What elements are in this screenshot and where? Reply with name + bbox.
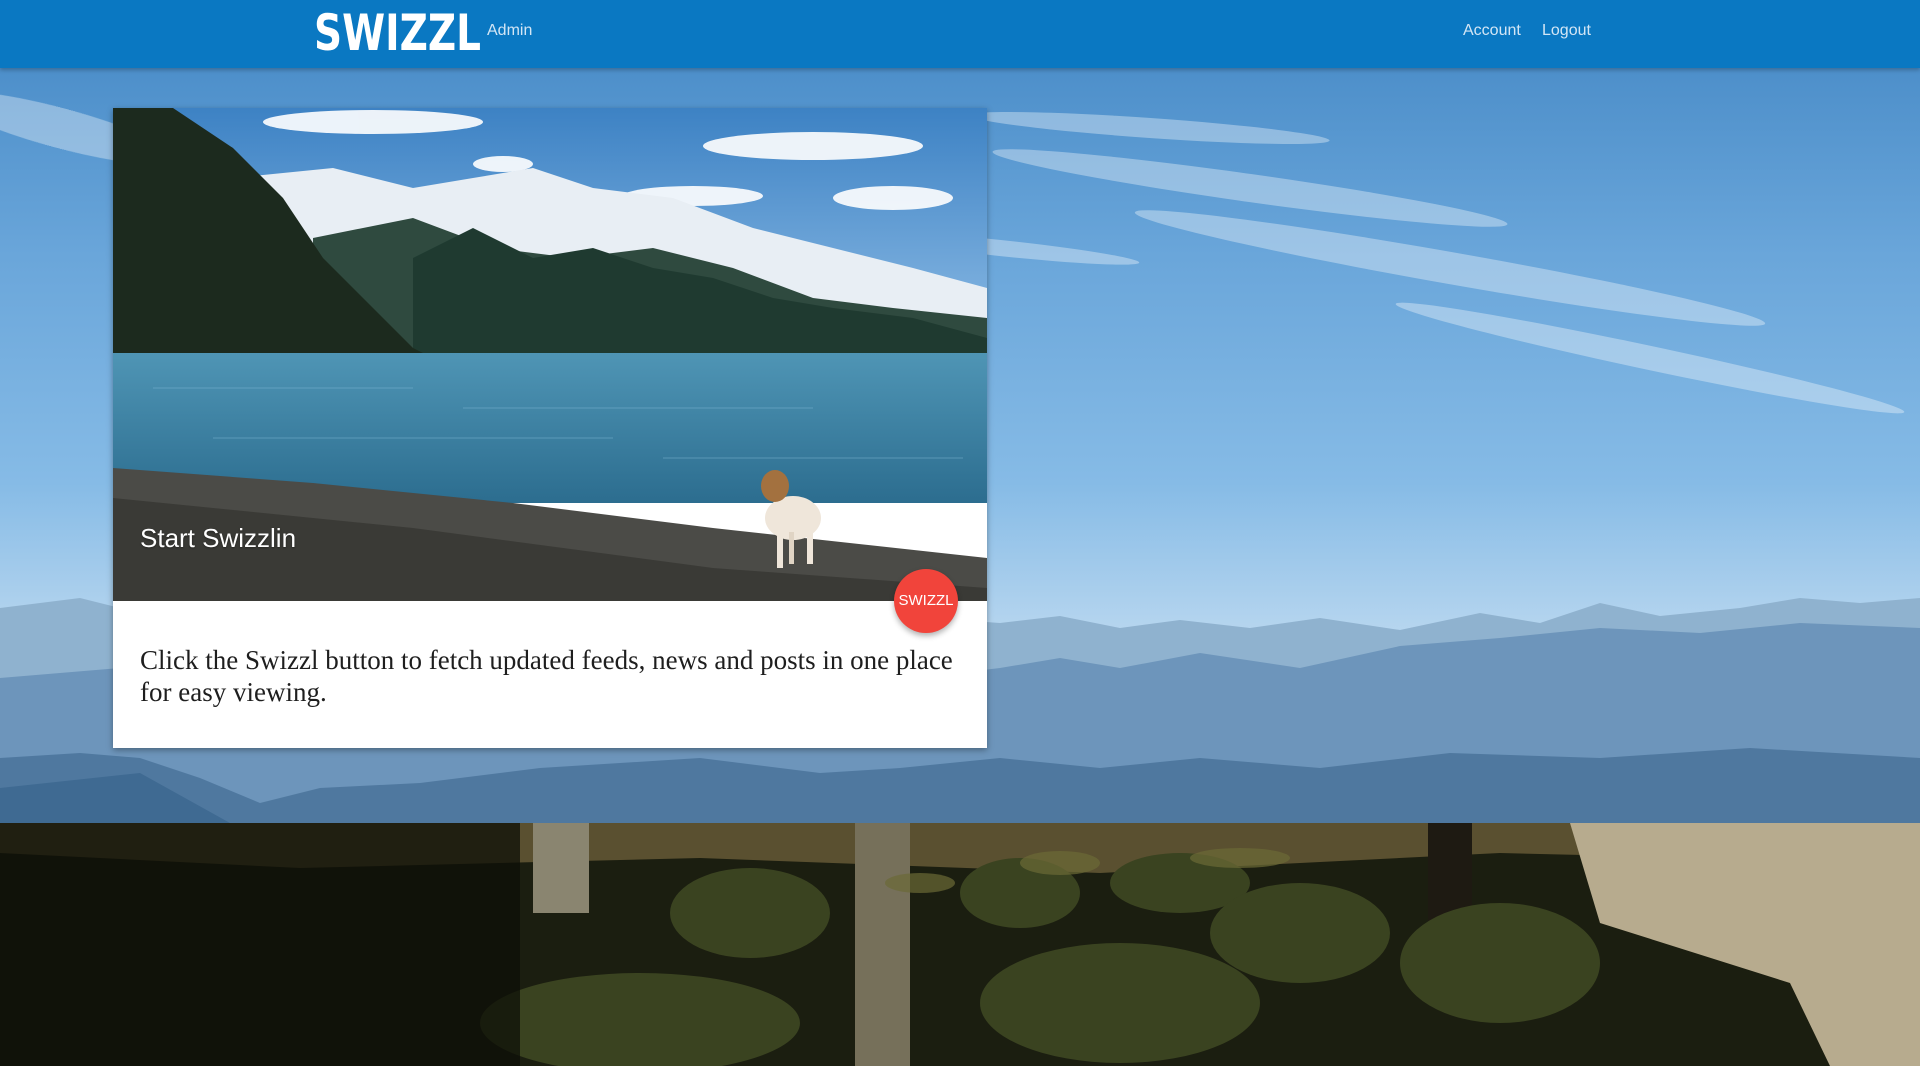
swizzl-card: Start Swizzlin SWIZZL Click the Swizzl b… xyxy=(113,108,987,748)
nav-logout-link[interactable]: Logout xyxy=(1542,22,1591,40)
nav-admin-link[interactable]: Admin xyxy=(487,22,532,40)
forest-illustration xyxy=(0,823,1920,1066)
swizzl-fab-button[interactable]: SWIZZL xyxy=(894,569,958,633)
nav-account-link[interactable]: Account xyxy=(1463,22,1521,40)
top-navbar: SWIZZL Admin Account Logout xyxy=(0,0,1920,68)
card-description: Click the Swizzl button to fetch updated… xyxy=(140,645,953,707)
brand-logo[interactable]: SWIZZL xyxy=(314,2,481,64)
card-title: Start Swizzlin xyxy=(140,523,297,553)
lower-background xyxy=(0,823,1920,1066)
